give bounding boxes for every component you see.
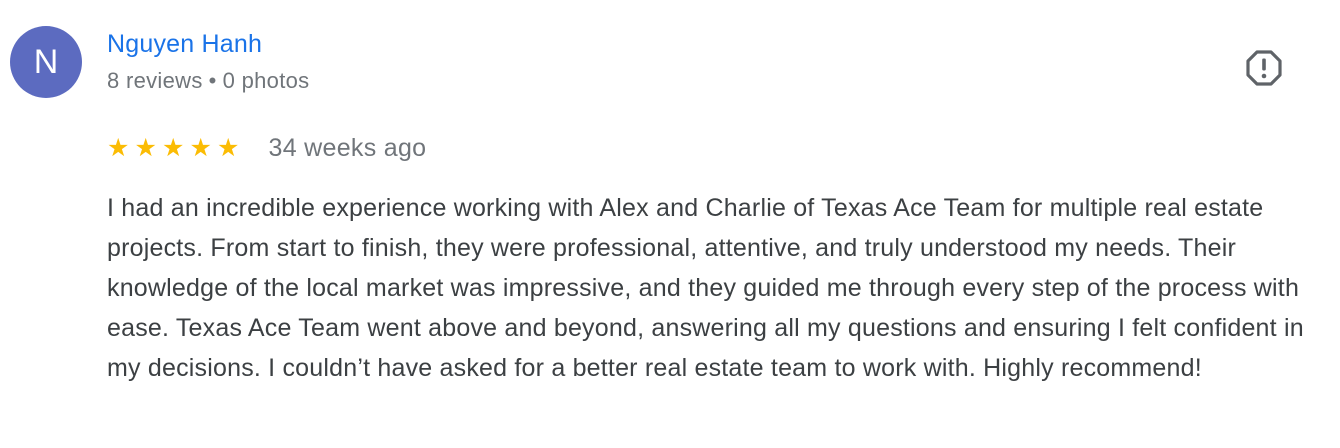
star-icon: ★	[189, 133, 213, 162]
star-icon: ★	[217, 133, 241, 162]
star-rating: ★ ★ ★ ★ ★	[107, 133, 245, 162]
review-card: N Nguyen Hanh 8 reviews • 0 photos ★ ★ ★ ★ ★ 3…	[0, 0, 1340, 448]
reviewer-name-link[interactable]: Nguyen Hanh	[107, 30, 262, 59]
review-date: 34 weeks ago	[268, 133, 427, 162]
report-flag-icon	[1246, 50, 1282, 86]
star-icon: ★	[162, 133, 186, 162]
report-review-button[interactable]	[1244, 48, 1284, 88]
reviewer-meta: 8 reviews • 0 photos	[107, 68, 309, 94]
star-icon: ★	[107, 133, 131, 162]
review-text: I had an incredible experience working w…	[107, 194, 1304, 382]
avatar[interactable]: N	[10, 26, 82, 98]
rating-row: ★ ★ ★ ★ ★ 34 weeks ago	[107, 130, 426, 166]
meta-separator: •	[208, 68, 217, 93]
star-icon: ★	[134, 133, 158, 162]
review-count: 8 reviews	[107, 68, 203, 93]
photo-count: 0 photos	[222, 68, 310, 93]
